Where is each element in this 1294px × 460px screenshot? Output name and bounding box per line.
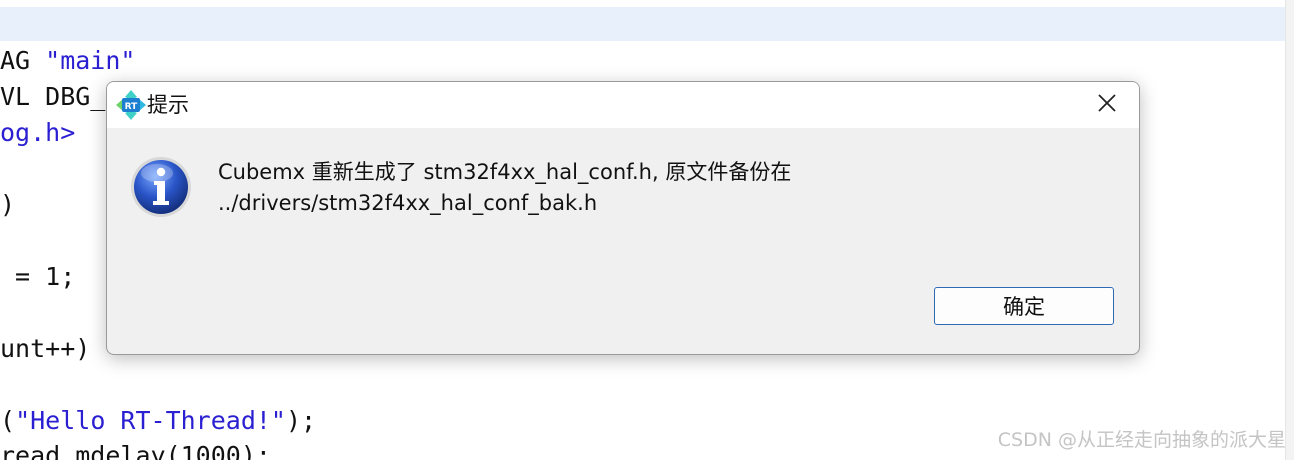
code-string: og.h>	[0, 118, 76, 147]
svg-text:RT: RT	[125, 102, 139, 112]
ok-button[interactable]: 确定	[934, 287, 1114, 325]
code-text: (	[0, 406, 16, 435]
code-text: unt++)	[0, 334, 91, 363]
code-line-4[interactable]: )	[0, 187, 15, 223]
current-line-highlight	[0, 7, 1286, 41]
code-line-6[interactable]: unt++)	[0, 331, 90, 367]
code-text: = 1;	[0, 262, 76, 291]
watermark: CSDN @从正经走向抽象的派大星	[997, 429, 1286, 451]
code-line-3[interactable]: og.h>	[0, 115, 75, 151]
code-text: AG	[0, 46, 46, 75]
code-line-5[interactable]: = 1;	[0, 259, 75, 295]
code-string: "main"	[45, 46, 136, 75]
dialog-title: 提示	[147, 93, 189, 117]
code-text: VL DBG_	[0, 82, 106, 111]
message-line-1: Cubemx 重新生成了 stm32f4xx_hal_conf.h, 原文件备份…	[218, 160, 792, 184]
editor-top-strip	[0, 0, 1286, 7]
code-line-2[interactable]: VL DBG_	[0, 79, 105, 115]
code-string: "Hello RT-Thread!"	[15, 406, 286, 435]
info-dialog: RT 提示 Cubemx 重新生成了 stm32f4xx_hal_conf.h,…	[106, 81, 1140, 355]
editor-vertical-scrollbar[interactable]	[1285, 0, 1294, 460]
dialog-message: Cubemx 重新生成了 stm32f4xx_hal_conf.h, 原文件备份…	[218, 157, 1098, 219]
dialog-titlebar[interactable]: RT 提示	[107, 82, 1139, 128]
code-text: )	[0, 190, 16, 219]
code-line-1[interactable]: AG "main"	[0, 43, 135, 79]
close-icon	[1097, 93, 1117, 117]
message-line-2: ../drivers/stm32f4xx_hal_conf_bak.h	[218, 191, 598, 215]
code-line-7[interactable]: ("Hello RT-Thread!");	[0, 403, 316, 439]
code-line-8[interactable]: read_mdelay(1000);	[0, 438, 271, 460]
rt-thread-logo-icon: RT	[115, 89, 147, 121]
information-icon	[129, 155, 193, 219]
code-text: read_mdelay(1000);	[0, 441, 271, 460]
code-text: );	[286, 406, 317, 435]
close-button[interactable]	[1075, 82, 1139, 128]
